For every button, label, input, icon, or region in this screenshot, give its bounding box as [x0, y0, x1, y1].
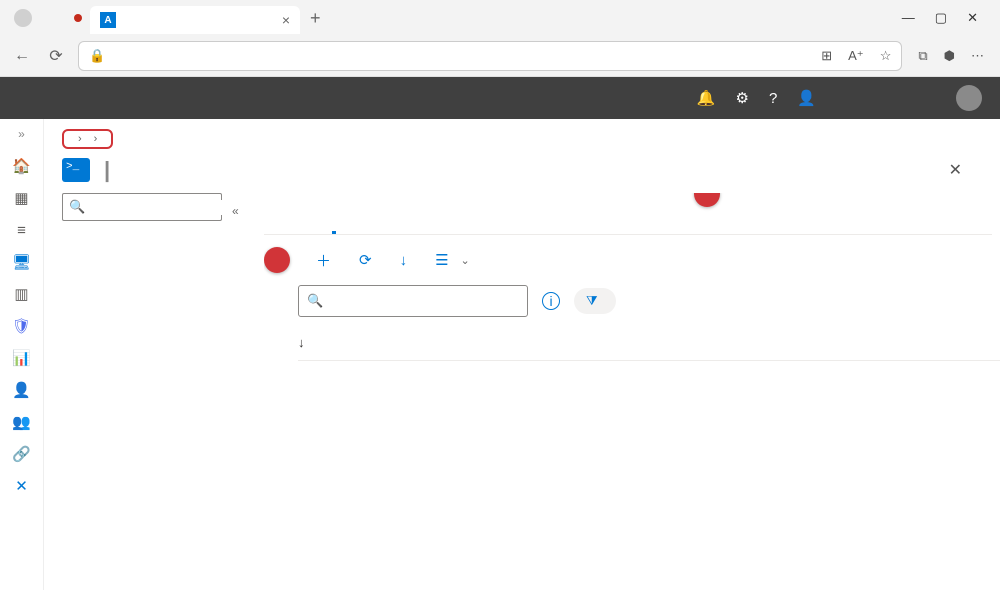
columns-button[interactable]: ☰ ⌄: [435, 251, 470, 269]
read-aloud-icon[interactable]: A⁺: [848, 48, 864, 64]
policies-heading: [62, 229, 260, 249]
search-icon: 🔍: [307, 293, 323, 309]
export-button[interactable]: ↓: [400, 252, 414, 269]
rail-apps-icon[interactable]: ▥: [13, 285, 31, 303]
side-panel: 🔍 «: [44, 193, 264, 586]
blade-close-icon[interactable]: ✕: [949, 160, 982, 180]
annotation-callout-2: [264, 247, 290, 273]
chevron-right-icon: ›: [94, 133, 98, 145]
tab-close-icon[interactable]: ×: [282, 12, 290, 28]
terminal-icon: [62, 158, 90, 182]
chevron-down-icon: ⌄: [461, 254, 470, 267]
browser-profile-icon[interactable]: [14, 9, 32, 27]
browser-tab[interactable]: A ×: [90, 6, 300, 34]
rail-tenant-icon[interactable]: 🔗: [13, 445, 31, 463]
rail-endpoint-icon[interactable]: 🛡: [13, 317, 31, 335]
breadcrumb: › ›: [62, 129, 113, 149]
filter-icon: ⧩: [586, 293, 598, 309]
col-script-name[interactable]: [298, 325, 518, 361]
table-search-input[interactable]: [329, 293, 519, 309]
azure-favicon-icon: A: [100, 12, 116, 28]
rail-groups-icon[interactable]: 👥: [13, 413, 31, 431]
rail-reports-icon[interactable]: 📊: [13, 349, 31, 367]
plus-icon: ＋: [316, 250, 331, 271]
notifications-icon[interactable]: 🔔: [697, 89, 716, 107]
col-script-type[interactable]: [688, 325, 848, 361]
chevron-right-icon: ›: [78, 133, 82, 145]
shopping-icon[interactable]: ⊞: [821, 48, 832, 64]
refresh-action-icon: ⟳: [359, 251, 372, 269]
favorite-icon[interactable]: ☆: [880, 48, 892, 64]
page-title: |: [102, 157, 112, 183]
maximize-icon[interactable]: ▢: [935, 10, 947, 26]
side-search[interactable]: 🔍: [62, 193, 222, 221]
address-bar[interactable]: 🔒 ⊞ A⁺ ☆: [78, 41, 902, 71]
rail-expand-icon[interactable]: »: [18, 127, 25, 141]
site-info-icon[interactable]: 🔒: [89, 48, 105, 64]
rail-home-icon[interactable]: 🏠: [13, 157, 31, 175]
collapse-panel-icon[interactable]: «: [232, 204, 239, 218]
annotation-callout-1: [694, 193, 720, 207]
rail-troubleshoot-icon[interactable]: ✕: [13, 477, 31, 495]
rail-services-icon[interactable]: ≡: [13, 221, 31, 239]
add-filters-button[interactable]: ⧩: [574, 288, 616, 314]
window-controls: — ▢ ✕: [902, 10, 992, 26]
back-icon[interactable]: ←: [10, 47, 34, 65]
col-assigned[interactable]: [602, 325, 688, 361]
extensions-icon[interactable]: ⬢: [944, 48, 955, 64]
settings-gear-icon[interactable]: ⚙: [736, 89, 749, 107]
columns-icon: ☰: [435, 251, 448, 269]
new-tab-button[interactable]: +: [300, 8, 331, 29]
table-search[interactable]: 🔍: [298, 285, 528, 317]
col-last-modified[interactable]: [848, 325, 998, 361]
rail-users-icon[interactable]: 👤: [13, 381, 31, 399]
download-icon: ↓: [400, 252, 408, 269]
close-window-icon[interactable]: ✕: [967, 10, 978, 26]
add-button[interactable]: ＋: [316, 250, 337, 271]
app-header: 🔔 ⚙ ? 👤: [0, 77, 1000, 119]
tab-remediations[interactable]: [304, 217, 308, 233]
minimize-icon[interactable]: —: [902, 10, 915, 26]
refresh-button[interactable]: ⟳: [359, 251, 378, 269]
rail-devices-icon[interactable]: 🖥: [13, 253, 31, 271]
nav-rail: » 🏠 ▦ ≡ 🖥 ▥ 🛡 📊 👤 👥 🔗 ✕: [0, 119, 44, 590]
scripts-table: [298, 325, 1000, 361]
col-platform[interactable]: [518, 325, 602, 361]
help-icon[interactable]: ?: [769, 90, 777, 107]
rail-dashboard-icon[interactable]: ▦: [13, 189, 31, 207]
recording-indicator-icon: [74, 14, 82, 22]
tab-platform-scripts[interactable]: [332, 215, 336, 234]
info-icon[interactable]: i: [542, 292, 560, 310]
search-icon: 🔍: [69, 199, 85, 215]
browser-chrome: A × + — ▢ ✕ ← ⟳ 🔒 ⊞ A⁺ ☆ ⧉ ⬢ ⋯: [0, 0, 1000, 77]
more-browser-icon[interactable]: ⋯: [971, 48, 984, 64]
user-avatar[interactable]: [956, 85, 982, 111]
refresh-icon[interactable]: ⟳: [44, 46, 68, 66]
collections-icon[interactable]: ⧉: [918, 48, 927, 64]
feedback-icon[interactable]: 👤: [797, 89, 816, 107]
